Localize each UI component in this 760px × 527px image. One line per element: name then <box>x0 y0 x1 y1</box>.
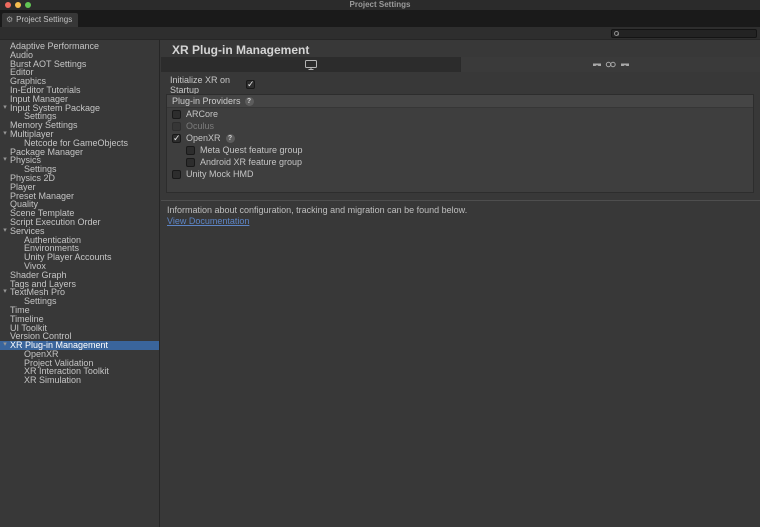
plugin-providers-header: Plug-in Providers ? <box>167 95 753 108</box>
provider-row: Unity Mock HMD <box>167 168 753 180</box>
window-title: Project Settings <box>0 0 760 10</box>
provider-label: OpenXR <box>186 133 221 143</box>
plugin-providers-box: Plug-in Providers ? ARCore Oculus ✓ Open… <box>166 94 754 193</box>
search-box[interactable] <box>611 29 757 38</box>
xr-plugin-management-panel: XR Plug-in Management <box>161 40 760 527</box>
sidebar-list: Adaptive Performance Audio Burst AOT Set… <box>0 42 159 385</box>
provider-label: Meta Quest feature group <box>200 145 303 155</box>
fold-arrow-icon[interactable]: ▾ <box>1 130 9 139</box>
provider-row: Meta Quest feature group <box>167 144 753 156</box>
provider-row: ✓ OpenXR ? <box>167 132 753 144</box>
search-input[interactable] <box>619 30 756 38</box>
check-icon: ✓ <box>247 79 255 90</box>
provider-checkbox[interactable] <box>172 170 181 179</box>
xr-headsets-icon <box>593 60 629 69</box>
view-documentation-link[interactable]: View Documentation <box>167 216 249 226</box>
page-title: XR Plug-in Management <box>172 43 309 57</box>
fold-arrow-icon[interactable]: ▾ <box>1 156 9 165</box>
provider-label: Unity Mock HMD <box>186 169 254 179</box>
window-titlebar: Project Settings <box>0 0 760 10</box>
gear-icon: ⚙ <box>6 13 13 27</box>
provider-checkbox[interactable] <box>186 158 195 167</box>
documentation-info-text: Information about configuration, trackin… <box>167 205 467 215</box>
check-icon: ✓ <box>173 133 181 144</box>
provider-label: Oculus <box>186 121 214 131</box>
tab-project-settings[interactable]: ⚙ Project Settings <box>2 13 78 27</box>
fold-arrow-icon[interactable]: ▾ <box>1 227 9 236</box>
provider-row: Android XR feature group <box>167 156 753 168</box>
search-icon <box>614 31 619 36</box>
tab-label: Project Settings <box>16 13 72 27</box>
platform-tab-bar <box>161 57 760 72</box>
provider-checkbox[interactable] <box>186 146 195 155</box>
settings-toolbar <box>0 27 760 40</box>
platform-tab-xr-devices[interactable] <box>460 57 760 72</box>
help-icon[interactable]: ? <box>226 134 235 143</box>
provider-label: ARCore <box>186 109 218 119</box>
help-icon[interactable]: ? <box>245 97 254 106</box>
desktop-monitor-icon <box>305 60 317 70</box>
plugin-providers-title: Plug-in Providers <box>172 96 241 106</box>
editor-tabstrip: ⚙ Project Settings <box>0 10 760 27</box>
fold-arrow-icon[interactable]: ▾ <box>1 104 9 113</box>
platform-tab-desktop[interactable] <box>161 57 460 72</box>
sidebar-item[interactable]: XR Simulation <box>0 376 159 385</box>
sidebar-item-label: XR Simulation <box>24 375 81 385</box>
provider-checkbox[interactable] <box>172 122 181 131</box>
provider-checkbox[interactable]: ✓ <box>172 134 181 143</box>
provider-checkbox[interactable] <box>172 110 181 119</box>
provider-label: Android XR feature group <box>200 157 302 167</box>
initialize-xr-label: Initialize XR on Startup <box>170 75 246 95</box>
provider-row: Oculus <box>167 120 753 132</box>
initialize-xr-checkbox[interactable]: ✓ <box>246 80 255 89</box>
fold-arrow-icon[interactable]: ▾ <box>1 288 9 297</box>
settings-content: Adaptive Performance Audio Burst AOT Set… <box>0 40 760 527</box>
provider-row: ARCore <box>167 108 753 120</box>
fold-arrow-icon[interactable]: ▾ <box>1 341 9 350</box>
plugin-providers-list: ARCore Oculus ✓ OpenXR ? Meta Quest feat… <box>167 108 753 180</box>
project-settings-window: Project Settings ⚙ Project Settings Adap… <box>0 0 760 527</box>
initialize-xr-row: Initialize XR on Startup ✓ <box>170 79 255 90</box>
section-divider <box>161 200 760 201</box>
settings-sidebar: Adaptive Performance Audio Burst AOT Set… <box>0 40 160 527</box>
